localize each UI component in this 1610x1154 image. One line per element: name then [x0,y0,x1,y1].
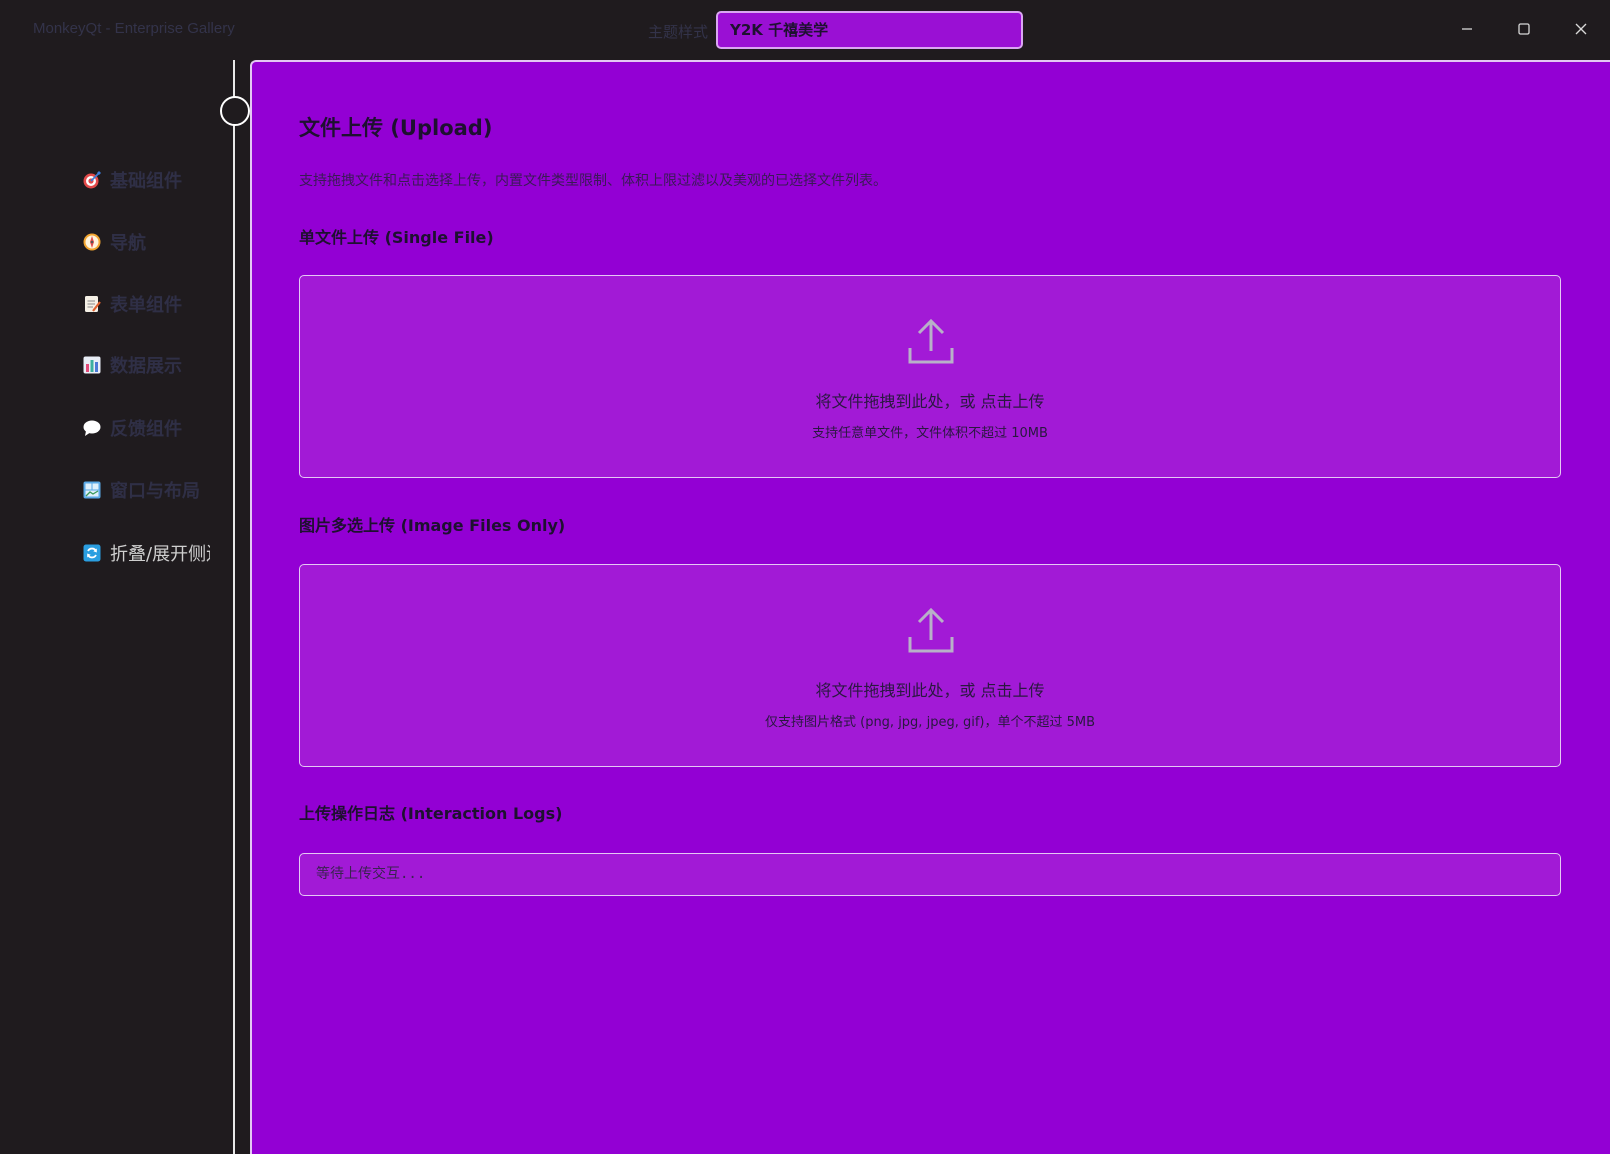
theme-label: 主题样式 [648,23,709,41]
image-files-dropzone[interactable]: 将文件拖拽到此处，或 点击上传 仅支持图片格式 (png, jpg, jpeg,… [299,564,1561,767]
upload-icon [908,318,954,364]
dropzone-hint: 仅支持图片格式 (png, jpg, jpeg, gif)，单个不超过 5MB [764,715,1096,730]
sidebar-item-feedback[interactable]: 反馈组件 [82,413,182,443]
speech-bubble-icon [82,418,102,438]
minimize-icon [1462,28,1472,30]
sidebar-item-forms[interactable]: 表单组件 [82,289,182,319]
maximize-button[interactable] [1509,14,1539,44]
page-title: 文件上传 (Upload) [299,116,493,140]
sidebar-item-label: 导航 [110,233,146,254]
title-bar: MonkeyQt - Enterprise Gallery 主题样式 Y2K 千… [0,0,1610,60]
sidebar-item-label: 折叠/展开侧边栏 [110,544,210,565]
bar-chart-icon [82,355,102,375]
memo-icon [82,294,102,314]
sidebar-toggle-item[interactable]: 折叠/展开侧边栏 [82,538,210,568]
compass-icon [82,232,102,252]
sidebar-item-label: 数据展示 [110,356,182,377]
dropzone-text: 将文件拖拽到此处，或 点击上传 [815,392,1045,411]
theme-select[interactable]: Y2K 千禧美学 [716,11,1023,49]
single-file-dropzone[interactable]: 将文件拖拽到此处，或 点击上传 支持任意单文件，文件体积不超过 10MB [299,275,1561,478]
dropzone-hint: 支持任意单文件，文件体积不超过 10MB [812,426,1048,441]
theme-select-value: Y2K 千禧美学 [730,21,829,39]
sidebar-collapse-handle[interactable] [220,96,250,126]
target-icon [82,170,102,190]
page-description: 支持拖拽文件和点击选择上传，内置文件类型限制、体积上限过滤以及美观的已选择文件列… [299,173,887,189]
logs-heading: 上传操作日志 (Interaction Logs) [299,804,563,823]
window-icon [82,480,102,500]
minimize-button[interactable] [1452,14,1482,44]
sidebar-item-label: 反馈组件 [110,419,182,440]
close-button[interactable] [1566,14,1596,44]
sidebar-item-label: 表单组件 [110,295,182,316]
maximize-icon [1518,23,1530,35]
interaction-log[interactable]: 等待上传交互... [299,853,1561,896]
close-icon [1575,23,1587,35]
sidebar-item-label: 窗口与布局 [110,481,200,502]
sidebar-item-window-layout[interactable]: 窗口与布局 [82,475,200,505]
sidebar-item-navigation[interactable]: 导航 [82,227,146,257]
main-panel: 文件上传 (Upload) 支持拖拽文件和点击选择上传，内置文件类型限制、体积上… [250,60,1610,1154]
sidebar [0,60,234,1154]
refresh-icon [82,543,102,563]
sidebar-item-label: 基础组件 [110,171,182,192]
upload-icon [908,607,954,653]
single-upload-heading: 单文件上传 (Single File) [299,228,494,247]
sidebar-divider[interactable] [233,60,235,1154]
sidebar-item-data-display[interactable]: 数据展示 [82,350,182,380]
sidebar-item-basic[interactable]: 基础组件 [82,165,182,195]
app-title: MonkeyQt - Enterprise Gallery [33,20,235,37]
image-upload-heading: 图片多选上传 (Image Files Only) [299,516,566,535]
dropzone-text: 将文件拖拽到此处，或 点击上传 [815,681,1045,700]
log-text: 等待上传交互... [316,866,426,882]
